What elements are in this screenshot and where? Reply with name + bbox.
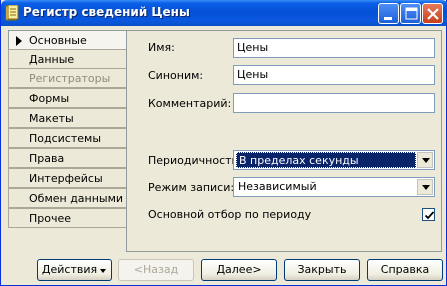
tab-label: Права bbox=[29, 152, 65, 165]
chevron-down-icon bbox=[100, 269, 106, 273]
active-tab-arrow-icon bbox=[16, 36, 22, 46]
comment-label: Комментарий: bbox=[148, 97, 232, 110]
minimize-button[interactable] bbox=[378, 3, 399, 24]
main-filter-label: Основной отбор по периоду bbox=[148, 208, 312, 221]
actions-menu-button[interactable]: Действия bbox=[37, 259, 112, 281]
back-label: <Назад bbox=[133, 263, 179, 276]
checkmark-icon bbox=[424, 211, 435, 220]
tab-podsistemy[interactable]: Подсистемы bbox=[8, 128, 126, 148]
tab-osnovnye[interactable]: Основные bbox=[8, 30, 128, 50]
periodicity-label: Периодичность: bbox=[148, 154, 242, 167]
tab-label: Регистраторы bbox=[29, 72, 111, 85]
tab-obmen-dannymi[interactable]: Обмен данными bbox=[8, 188, 126, 208]
tab-label: Макеты bbox=[29, 112, 74, 125]
tab-label: Обмен данными bbox=[29, 192, 124, 205]
synonym-label: Синоним: bbox=[148, 69, 204, 82]
write-mode-value: Независимый bbox=[238, 180, 317, 193]
write-mode-label: Режим записи: bbox=[148, 181, 235, 194]
name-field[interactable]: Цены bbox=[233, 38, 435, 58]
periodicity-select[interactable]: В пределах секунды bbox=[233, 150, 435, 170]
tab-interfeysy[interactable]: Интерфейсы bbox=[8, 168, 126, 188]
chevron-down-icon[interactable] bbox=[417, 152, 433, 168]
window-title: Регистр сведений Цены bbox=[23, 5, 190, 19]
next-label: Далее> bbox=[216, 263, 262, 276]
name-label: Имя: bbox=[148, 41, 175, 54]
register-window: Регистр сведений Цены Основные Данные Ре… bbox=[0, 0, 447, 286]
tab-label: Подсистемы bbox=[29, 132, 102, 145]
tab-registratory[interactable]: Регистраторы bbox=[8, 68, 126, 88]
write-mode-select[interactable]: Независимый bbox=[233, 177, 435, 197]
help-label: Справка bbox=[380, 263, 430, 276]
comment-field[interactable] bbox=[233, 93, 435, 113]
back-button[interactable]: <Назад bbox=[118, 259, 194, 281]
close-button[interactable]: Закрыть bbox=[284, 259, 360, 281]
tab-makety[interactable]: Макеты bbox=[8, 108, 126, 128]
periodicity-value: В пределах секунды bbox=[236, 152, 416, 168]
title-bar[interactable]: Регистр сведений Цены bbox=[1, 0, 447, 26]
close-window-button[interactable] bbox=[422, 3, 443, 24]
help-button[interactable]: Справка bbox=[367, 259, 443, 281]
tab-label: Данные bbox=[29, 53, 75, 66]
tab-prochee[interactable]: Прочее bbox=[8, 208, 126, 228]
synonym-field[interactable]: Цены bbox=[233, 65, 435, 85]
tab-label: Интерфейсы bbox=[29, 172, 103, 185]
tab-formy[interactable]: Формы bbox=[8, 88, 126, 108]
tab-prava[interactable]: Права bbox=[8, 148, 126, 168]
close-label: Закрыть bbox=[297, 263, 347, 276]
tab-label: Основные bbox=[29, 34, 87, 47]
tab-label: Формы bbox=[29, 92, 70, 105]
chevron-down-icon[interactable] bbox=[417, 179, 433, 195]
tab-list: Основные Данные Регистраторы Формы Макет… bbox=[8, 30, 128, 230]
tab-dannye[interactable]: Данные bbox=[8, 49, 126, 69]
tab-content-panel: Имя: Цены Синоним: Цены Комментарий: Пер… bbox=[126, 30, 442, 252]
main-filter-checkbox[interactable] bbox=[422, 208, 435, 221]
register-icon bbox=[5, 4, 19, 21]
tab-label: Прочее bbox=[29, 212, 72, 225]
actions-label: Действия bbox=[41, 263, 98, 276]
maximize-button[interactable] bbox=[400, 3, 421, 24]
next-button[interactable]: Далее> bbox=[201, 259, 277, 281]
